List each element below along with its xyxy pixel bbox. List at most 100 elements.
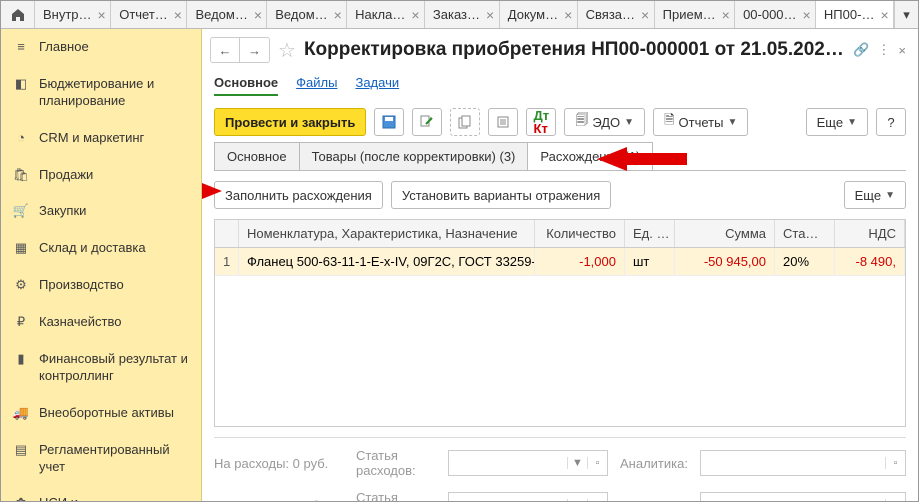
top-tab[interactable]: Прием… × — [655, 1, 735, 28]
link-icon[interactable]: 🔗 — [853, 42, 869, 58]
related-docs-button[interactable] — [450, 108, 480, 136]
table-cell: -8 490, — [835, 248, 905, 275]
close-icon[interactable]: × — [334, 7, 342, 23]
sidebar-item[interactable]: ◔CRM и маркетинг — [1, 120, 201, 157]
nav-back-button[interactable]: ← — [210, 37, 240, 63]
sidebar-label: Главное — [39, 39, 89, 56]
favorite-star-icon[interactable]: ☆ — [278, 38, 296, 63]
open-icon[interactable]: ▫ — [587, 457, 607, 469]
chevron-down-icon[interactable]: ▼ — [567, 457, 587, 469]
doc-tab[interactable]: Расхождения (1) — [527, 142, 653, 170]
sidebar-item[interactable]: ▦Склад и доставка — [1, 230, 201, 267]
col-vat[interactable]: НДС — [835, 220, 905, 247]
open-icon[interactable]: ▫ — [885, 457, 905, 469]
doc-tab[interactable]: Товары (после корректировки) (3) — [299, 142, 529, 170]
close-icon[interactable]: × — [254, 7, 262, 23]
document-title: Корректировка приобретения НП00-000001 о… — [304, 39, 845, 61]
top-tab[interactable]: 00-000…× — [735, 1, 816, 28]
expense-article-label: Статья расходов: — [356, 448, 436, 478]
sidebar-icon: ✿ — [13, 495, 29, 501]
help-button[interactable]: ? — [876, 108, 906, 136]
close-icon[interactable]: × — [564, 7, 572, 23]
edo-button[interactable]: 🗐ЭДО▼ — [564, 108, 645, 136]
reports-button[interactable]: 🗎Отчеты▼ — [653, 108, 748, 136]
sidebar-item[interactable]: ▮Финансовый результат и контроллинг — [1, 341, 201, 395]
tab-label: Прием… — [663, 7, 716, 22]
col-rate[interactable]: Ста… — [775, 220, 835, 247]
close-window-icon[interactable]: × — [898, 43, 906, 58]
income-article-combo[interactable]: ▼▫ — [448, 492, 608, 501]
sidebar-label: Закупки — [39, 203, 86, 220]
tab-label: НП00-… — [824, 7, 875, 22]
top-tab[interactable]: Связа… × — [578, 1, 655, 28]
tab-label: Связа… — [586, 7, 635, 22]
fill-discrepancies-button[interactable]: Заполнить расхождения — [214, 181, 383, 209]
table-row[interactable]: 1Фланец 500-63-11-1-E-х-IV, 09Г2С, ГОСТ … — [215, 248, 905, 276]
sidebar-item[interactable]: ₽Казначейство — [1, 304, 201, 341]
dtkt-button[interactable]: ДтКт — [526, 108, 556, 136]
action-row: Заполнить расхождения Установить вариант… — [214, 181, 906, 209]
top-tab[interactable]: Заказ…× — [425, 1, 500, 28]
nav-forward-button[interactable]: → — [240, 37, 270, 63]
col-unit[interactable]: Ед. … — [625, 220, 675, 247]
sidebar-item[interactable]: 🚚Внеоборотные активы — [1, 395, 201, 432]
top-tab[interactable]: Ведом…× — [187, 1, 267, 28]
open-icon[interactable]: ▫ — [587, 499, 607, 501]
top-tab[interactable]: Докум…× — [500, 1, 578, 28]
doc-tabs: ОсновноеТовары (после корректировки) (3)… — [214, 142, 906, 171]
close-icon[interactable]: × — [174, 7, 182, 23]
save-button[interactable] — [374, 108, 404, 136]
sidebar-label: Бюджетирование и планирование — [39, 76, 189, 110]
top-tab[interactable]: Внутр…× — [35, 1, 111, 28]
post-icon — [420, 115, 434, 129]
grid-empty-area — [215, 276, 905, 426]
chevron-down-icon[interactable]: ▼ — [567, 499, 587, 501]
top-tab[interactable]: Ведом… × — [267, 1, 347, 28]
more-button[interactable]: Еще▼ — [806, 108, 868, 136]
sidebar-label: Продажи — [39, 167, 93, 184]
sidebar-item[interactable]: 🛍Продажи — [1, 157, 201, 194]
sidebar-item[interactable]: ▤Регламентированный учет — [1, 432, 201, 486]
sidebar-item[interactable]: ⚙Производство — [1, 267, 201, 304]
sidebar-item[interactable]: 🛒Закупки — [1, 193, 201, 230]
tabs-dropdown[interactable]: ▾ — [894, 1, 918, 28]
expense-analytics-combo[interactable]: ▫ — [700, 450, 906, 476]
close-icon[interactable]: × — [880, 7, 888, 23]
subnav-item[interactable]: Основное — [214, 71, 278, 96]
income-analytics-combo[interactable]: ▫ — [700, 492, 906, 501]
sidebar-item[interactable]: ◧Бюджетирование и планирование — [1, 66, 201, 120]
close-icon[interactable]: × — [411, 7, 419, 23]
tab-label: Ведом… — [275, 7, 327, 22]
close-icon[interactable]: × — [803, 7, 811, 23]
kebab-menu-icon[interactable]: ⋮ — [877, 42, 890, 58]
home-tab[interactable] — [1, 1, 35, 28]
expense-article-combo[interactable]: ▼▫ — [448, 450, 608, 476]
post-button[interactable] — [412, 108, 442, 136]
sidebar-item[interactable]: ✿НСИ и администрирование — [1, 485, 201, 501]
sidebar-icon: 🚚 — [13, 405, 29, 421]
table-cell: 20% — [775, 248, 835, 275]
close-icon[interactable]: × — [98, 7, 106, 23]
open-icon[interactable]: ▫ — [885, 499, 905, 501]
col-qty[interactable]: Количество — [535, 220, 625, 247]
sidebar-item[interactable]: ≡Главное — [1, 29, 201, 66]
close-icon[interactable]: × — [722, 7, 730, 23]
col-name[interactable]: Номенклатура, Характеристика, Назначение — [239, 220, 535, 247]
col-sum[interactable]: Сумма — [675, 220, 775, 247]
grid-more-button[interactable]: Еще▼ — [844, 181, 906, 209]
close-icon[interactable]: × — [486, 7, 494, 23]
sidebar-icon: ▤ — [13, 442, 29, 458]
doc-tab[interactable]: Основное — [214, 142, 300, 170]
subnav-item[interactable]: Файлы — [296, 71, 337, 96]
subnav: Основное Файлы Задачи — [202, 71, 918, 102]
top-tab[interactable]: Накла…× — [347, 1, 425, 28]
table-cell: шт — [625, 248, 675, 275]
post-and-close-button[interactable]: Провести и закрыть — [214, 108, 366, 136]
subnav-item[interactable]: Задачи — [355, 71, 399, 96]
top-tab[interactable]: Отчет…× — [111, 1, 187, 28]
print-button[interactable] — [488, 108, 518, 136]
top-tabbar: Внутр…×Отчет…×Ведом…×Ведом…×Накла…×Заказ… — [1, 1, 918, 29]
close-icon[interactable]: × — [641, 7, 649, 23]
top-tab[interactable]: НП00-… × — [816, 1, 894, 28]
set-variants-button[interactable]: Установить варианты отражения — [391, 181, 611, 209]
